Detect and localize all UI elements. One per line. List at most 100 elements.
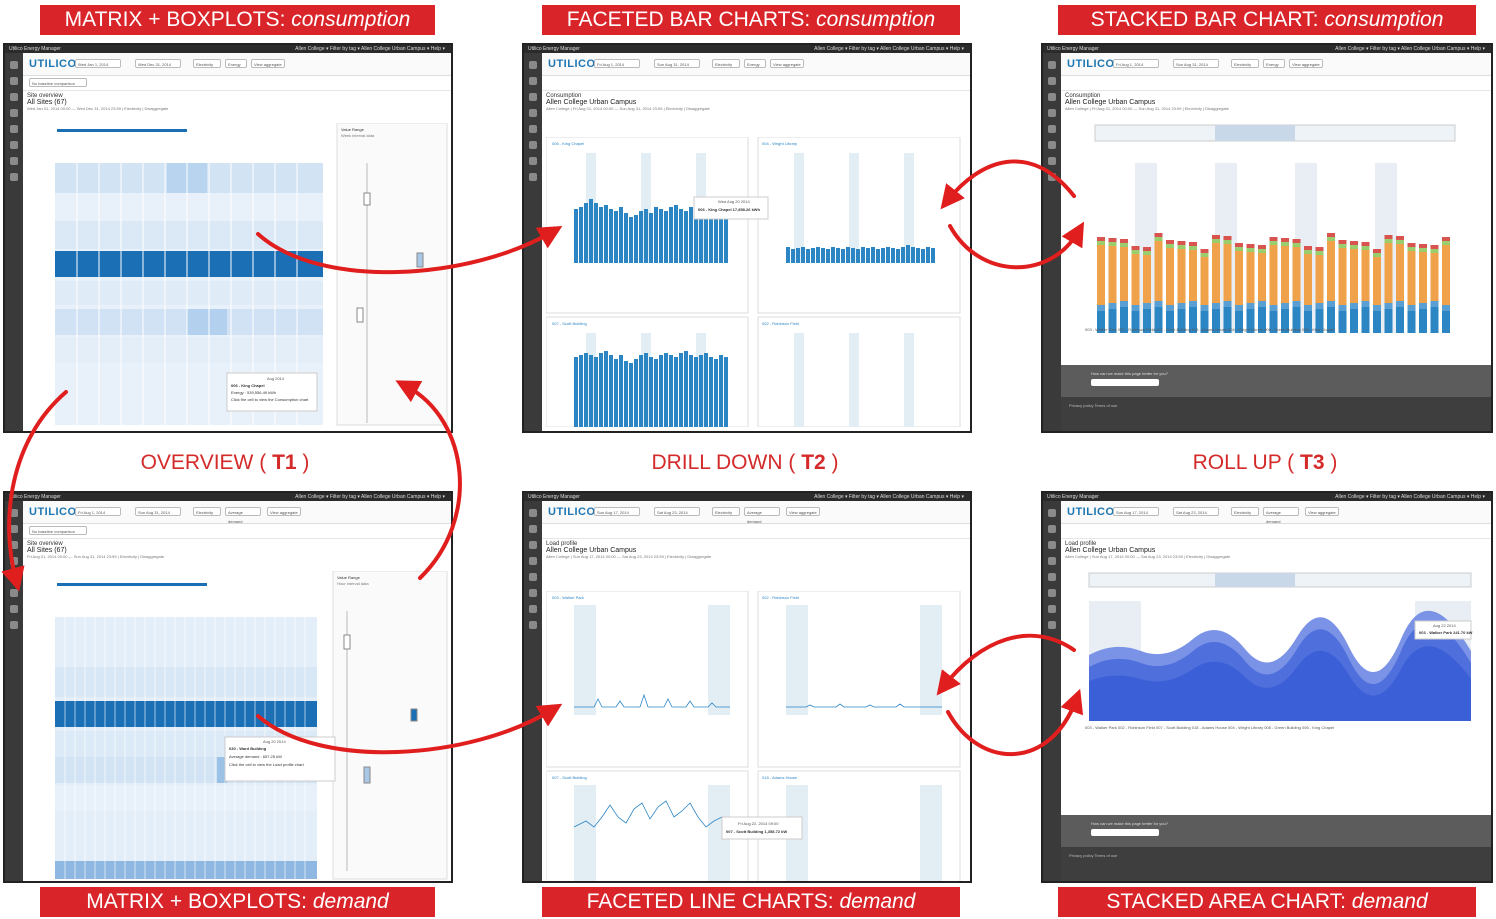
stacked-bar-segment[interactable] [1269,237,1278,241]
metric-select[interactable]: Energy [1263,59,1285,68]
view-aggregate-button[interactable]: View aggregate [267,507,301,516]
stacked-bar-segment[interactable] [1361,246,1370,250]
stacked-bar-segment[interactable] [1338,244,1347,248]
stacked-bar-segment[interactable] [1442,241,1450,245]
stacked-bar-segment[interactable] [1281,246,1289,303]
stacked-bar-segment[interactable] [1200,253,1209,257]
stacked-bar-segment[interactable] [1269,241,1278,245]
stacked-bar-segment[interactable] [1292,247,1301,301]
electricity-select[interactable]: Electricity [1231,507,1259,516]
stacked-bar-segment[interactable] [1246,303,1255,309]
stacked-bar-segment[interactable] [1120,301,1128,307]
stacked-bar-segment[interactable] [1212,303,1220,309]
stacked-bar-segment[interactable] [1097,237,1105,241]
stacked-bar-segment[interactable] [1430,301,1439,307]
date-to-field[interactable]: Sun Aug 31, 2014 [654,59,700,68]
electricity-select[interactable]: Electricity [712,507,740,516]
stacked-bar-segment[interactable] [1269,305,1278,311]
stacked-bar-segment[interactable] [1373,253,1381,257]
stacked-bar-segment[interactable] [1281,303,1289,309]
stacked-bar-segment[interactable] [1131,305,1140,311]
stacked-bar-segment[interactable] [1246,248,1255,252]
left-nav[interactable] [524,501,542,881]
stacked-bar-segment[interactable] [1189,250,1197,301]
stacked-bar-segment[interactable] [1200,257,1209,305]
stacked-bar-segment[interactable] [1315,247,1324,251]
stacked-bar-segment[interactable] [1212,239,1220,243]
stacked-bar-segment[interactable] [1361,250,1370,301]
stacked-bar-segment[interactable] [1177,249,1186,303]
stacked-bar-segment[interactable] [1166,240,1174,244]
stacked-bar-segment[interactable] [1384,243,1393,303]
stacked-bar-segment[interactable] [1373,257,1381,305]
left-nav[interactable] [1043,501,1061,881]
left-nav[interactable] [5,53,23,431]
stacked-bar-segment[interactable] [1258,301,1266,307]
electricity-select[interactable]: Electricity [712,59,740,68]
stacked-bar-segment[interactable] [1177,245,1186,249]
date-from-field[interactable]: Fri Aug 1, 2014 [75,507,121,516]
stacked-bar-segment[interactable] [1154,233,1163,237]
stacked-bar-segment[interactable] [1281,238,1289,242]
feedback-input[interactable] [1091,829,1159,836]
stacked-bar-segment[interactable] [1373,311,1381,333]
stacked-bar-segment[interactable] [1212,243,1220,303]
stacked-bar-segment[interactable] [1235,305,1243,311]
metric-select[interactable]: Average demand [1263,507,1299,524]
stacked-bar-segment[interactable] [1338,305,1347,311]
date-from-field[interactable]: Fri Aug 1, 2014 [594,59,640,68]
date-to-field[interactable]: Sun Aug 31, 2014 [135,507,181,516]
stacked-bar-segment[interactable] [1304,250,1312,254]
stacked-bar-segment[interactable] [1200,305,1209,311]
view-aggregate-button[interactable]: View aggregate [786,507,820,516]
stacked-bar-segment[interactable] [1315,303,1324,309]
stacked-bar-segment[interactable] [1430,245,1439,249]
stacked-bar-segment[interactable] [1108,246,1117,303]
stacked-bar-segment[interactable] [1223,244,1232,301]
stacked-bar-segment[interactable] [1407,243,1416,247]
date-to-field[interactable]: Sun Aug 31, 2014 [1173,59,1219,68]
stacked-bar-segment[interactable] [1338,311,1347,333]
stacked-bar-segment[interactable] [1120,239,1128,243]
stacked-bar-segment[interactable] [1407,311,1416,333]
stacked-bar-segment[interactable] [1223,301,1232,307]
footer-links[interactable]: Privacy policy Terms of use [1069,853,1117,858]
stacked-bar-segment[interactable] [1430,307,1439,333]
stacked-bar-segment[interactable] [1338,240,1347,244]
electricity-select[interactable]: Electricity [1231,59,1259,68]
stacked-bar-chart[interactable] [1065,123,1489,353]
stacked-bar-segment[interactable] [1419,244,1427,248]
baseline-select[interactable]: No baseline comparison [29,78,87,87]
faceted-bar-charts[interactable] [546,137,970,427]
stacked-bar-segment[interactable] [1350,241,1358,245]
heatmap-matrix[interactable] [27,571,451,881]
stacked-bar-segment[interactable] [1235,251,1243,305]
date-to-field[interactable]: Sat Aug 23, 2014 [654,507,700,516]
stacked-bar-segment[interactable] [1108,303,1117,309]
footer-links[interactable]: Privacy policy Terms of use [1069,403,1117,408]
faceted-line-charts[interactable] [546,591,970,883]
stacked-bar-segment[interactable] [1396,236,1404,240]
stacked-bar-segment[interactable] [1166,244,1174,248]
stacked-bar-segment[interactable] [1327,237,1335,241]
stacked-bar-segment[interactable] [1442,245,1450,305]
stacked-bar-segment[interactable] [1292,243,1301,247]
stacked-bar-segment[interactable] [1373,249,1381,253]
stacked-bar-segment[interactable] [1120,247,1128,301]
stacked-bar-segment[interactable] [1338,248,1347,305]
view-aggregate-button[interactable]: View aggregate [770,59,804,68]
stacked-bar-segment[interactable] [1350,303,1358,309]
stacked-bar-segment[interactable] [1396,240,1404,244]
stacked-bar-segment[interactable] [1384,309,1393,333]
left-nav[interactable] [524,53,542,431]
electricity-select[interactable]: Electricity [193,59,221,68]
date-to-field[interactable]: Sat Aug 23, 2014 [1173,507,1219,516]
stacked-bar-segment[interactable] [1419,252,1427,303]
stacked-bar-segment[interactable] [1143,303,1151,309]
metric-select[interactable]: Energy [744,59,766,68]
stacked-bar-segment[interactable] [1131,254,1140,305]
stacked-bar-segment[interactable] [1396,307,1404,333]
stacked-bar-segment[interactable] [1246,252,1255,303]
stacked-bar-segment[interactable] [1269,245,1278,305]
electricity-select[interactable]: Electricity [193,507,221,516]
